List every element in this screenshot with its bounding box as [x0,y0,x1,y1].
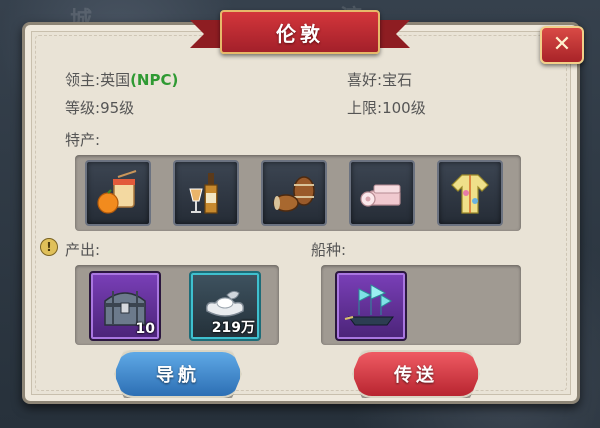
limit-info: 上限:100级 [347,97,426,118]
limit-value: 100级 [382,99,426,117]
output-item-chest[interactable]: 10 [89,271,161,341]
ship-type-label: 船种: [311,241,347,259]
specialty-item-wine[interactable] [173,160,239,226]
specialty-item-noodles[interactable] [85,160,151,226]
lord-label: 领主: [65,71,101,89]
level-info: 等级:95级 [65,97,134,118]
output-label: 产出: [65,241,101,259]
close-icon: ✕ [552,32,572,57]
specialty-item-barrels[interactable] [261,160,327,226]
specialty-item-cloth[interactable] [349,160,415,226]
npc-tag: (NPC) [130,71,179,89]
output-strip: 10 219万 [75,265,279,345]
lord-info: 领主:英国(NPC) [65,69,178,90]
output-count: 219万 [211,320,255,336]
specialty-item-robe[interactable] [437,160,503,226]
close-button[interactable]: ✕ [540,26,584,64]
specialty-strip [75,155,521,231]
title-banner: 伦敦 [220,10,380,54]
preference-value: 宝石 [382,71,413,89]
city-info-panel: 领主:英国(NPC) 喜好:宝石 等级:95级 上限:100级 特产: 产出: … [22,22,580,404]
specialty-label: 特产: [65,131,101,149]
ship-type-strip [321,265,521,345]
preference-info: 喜好:宝石 [347,69,412,90]
wine-bottle-icon [189,173,218,214]
level-value: 95级 [100,99,135,117]
embroidered-robe-icon [451,174,489,214]
preference-label: 喜好: [347,71,383,89]
output-count: 10 [135,321,155,337]
noodles-and-orange-icon [97,170,137,214]
level-label: 等级: [65,99,101,117]
limit-label: 上限: [347,99,383,117]
cloth-bolts-icon [360,184,401,207]
title-ribbon: 伦敦 [190,10,404,56]
ship-type-item[interactable] [335,271,407,341]
lord-value: 英国 [100,71,131,89]
output-item-silver[interactable]: 219万 [189,271,261,341]
barrels-icon [273,176,315,212]
navigate-button[interactable]: 导航 [114,350,242,398]
teleport-label: 传送 [394,365,438,386]
city-title: 伦敦 [276,21,324,46]
navigate-label: 导航 [156,365,200,386]
teleport-button[interactable]: 传送 [352,350,480,398]
info-alert-icon[interactable]: ! [40,238,58,256]
sailing-ship-icon [344,284,394,326]
